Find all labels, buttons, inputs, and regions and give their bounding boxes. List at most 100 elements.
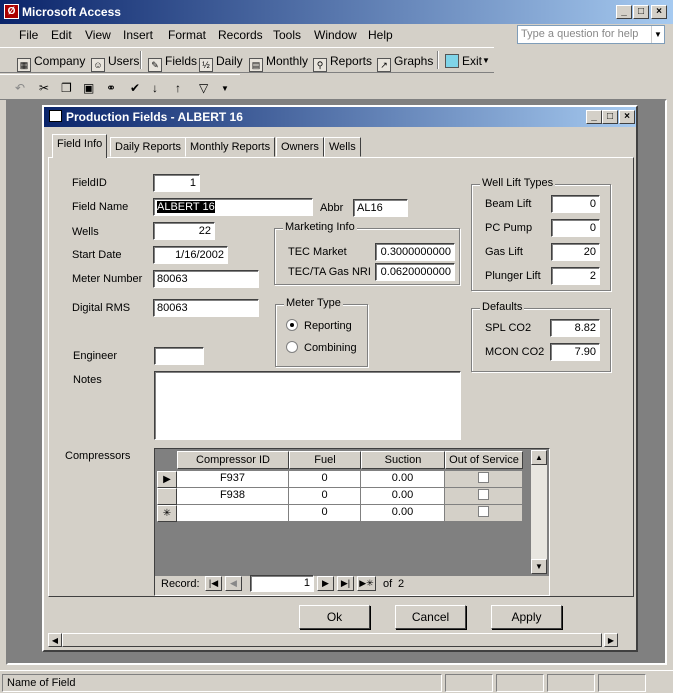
record-number-field[interactable]: 1 — [250, 575, 314, 592]
new-record-icon[interactable]: ✳ — [157, 505, 177, 522]
chevron-down-icon[interactable]: ▼ — [651, 26, 664, 43]
tab-owners[interactable]: Owners — [276, 137, 324, 157]
menu-window[interactable]: Window — [314, 28, 357, 42]
tab-field-info[interactable]: Field Info — [52, 134, 108, 158]
out-of-service-checkbox[interactable] — [478, 489, 489, 500]
tec-market-field[interactable]: 0.3000000000 — [375, 243, 455, 261]
field-id-field[interactable]: 1 — [153, 174, 200, 192]
app-title-bar: Ø Microsoft Access _ □ × — [0, 0, 673, 24]
menu-tools[interactable]: Tools — [273, 28, 301, 42]
scroll-down-icon[interactable]: ▼ — [531, 559, 547, 574]
form-close-icon[interactable]: × — [619, 110, 635, 124]
form-horizontal-scrollbar[interactable]: ◀ ▶ — [48, 633, 618, 647]
fuel-header[interactable]: Fuel — [289, 451, 361, 469]
next-record-icon[interactable]: ▶ — [317, 576, 334, 591]
spell-check-icon[interactable]: ✔ — [130, 81, 140, 95]
filter-icon[interactable]: ▽ — [199, 81, 208, 95]
menu-records[interactable]: Records — [218, 28, 263, 42]
maximize-icon[interactable]: □ — [633, 5, 649, 19]
filter-dropdown-icon[interactable]: ▼ — [221, 84, 229, 93]
close-icon[interactable]: × — [651, 5, 667, 19]
table-cell-suction[interactable]: 0.00 — [361, 505, 445, 522]
graphs-icon: ↗ — [377, 58, 391, 72]
minimize-icon[interactable]: _ — [616, 5, 632, 19]
reporting-radio[interactable] — [286, 319, 298, 331]
menu-file[interactable]: File — [19, 28, 38, 42]
scroll-left-icon[interactable]: ◀ — [48, 633, 62, 647]
mcon-co2-field[interactable]: 7.90 — [550, 343, 600, 361]
toolbar-fields-button[interactable]: ✎ Fields — [148, 54, 197, 72]
menu-format[interactable]: Format — [168, 28, 206, 42]
undo-icon[interactable]: ↶ — [15, 81, 25, 95]
table-cell-suction[interactable]: 0.00 — [361, 488, 445, 505]
tab-monthly-reports[interactable]: Monthly Reports — [185, 137, 276, 157]
out-of-service-header[interactable]: Out of Service — [445, 451, 523, 469]
paste-icon[interactable]: ▣ — [83, 81, 94, 95]
toolbar-reports-button[interactable]: ⚲ Reports — [313, 54, 372, 72]
menu-edit[interactable]: Edit — [51, 28, 72, 42]
table-cell-compressor-id[interactable] — [177, 505, 289, 522]
find-icon[interactable]: ⚭ — [106, 81, 116, 95]
compressor-id-header[interactable]: Compressor ID — [177, 451, 289, 469]
tab-wells[interactable]: Wells — [324, 137, 361, 157]
current-record-icon[interactable]: ▶ — [157, 471, 177, 488]
first-record-icon[interactable]: |◀ — [205, 576, 222, 591]
cancel-button[interactable]: Cancel — [395, 605, 466, 629]
table-cell-fuel[interactable]: 0 — [289, 505, 361, 522]
new-record-nav-icon[interactable]: ▶✳ — [357, 576, 376, 591]
combining-radio[interactable] — [286, 341, 298, 353]
record-selector[interactable] — [157, 488, 177, 505]
suction-header[interactable]: Suction — [361, 451, 445, 469]
grid-vertical-scrollbar[interactable]: ▲ ▼ — [531, 450, 547, 574]
table-cell-fuel[interactable]: 0 — [289, 488, 361, 505]
table-cell-compressor-id[interactable]: F937 — [177, 471, 289, 488]
record-total: 2 — [398, 578, 405, 590]
apply-button[interactable]: Apply — [491, 605, 562, 629]
form-minimize-icon[interactable]: _ — [586, 110, 602, 124]
start-date-field[interactable]: 1/16/2002 — [153, 246, 228, 264]
toolbar-monthly-button[interactable]: ▤ Monthly — [249, 54, 308, 72]
table-cell-suction[interactable]: 0.00 — [361, 471, 445, 488]
previous-record-icon[interactable]: ◀ — [225, 576, 242, 591]
tec-ta-gas-nri-field[interactable]: 0.0620000000 — [375, 263, 455, 281]
exit-icon — [445, 54, 459, 68]
toolbar-graphs-button[interactable]: ↗ Graphs — [377, 54, 433, 72]
table-cell-compressor-id[interactable]: F938 — [177, 488, 289, 505]
form-maximize-icon[interactable]: □ — [602, 110, 618, 124]
toolbar-company-button[interactable]: ▦ Company — [17, 54, 85, 72]
table-cell-fuel[interactable]: 0 — [289, 471, 361, 488]
engineer-field[interactable] — [154, 347, 204, 365]
menu-insert[interactable]: Insert — [123, 28, 153, 42]
meter-number-field[interactable]: 80063 — [153, 270, 259, 288]
pc-pump-field[interactable]: 0 — [551, 219, 600, 237]
menu-view[interactable]: View — [85, 28, 111, 42]
cut-icon[interactable]: ✂ — [39, 81, 49, 95]
spl-co2-field[interactable]: 8.82 — [550, 319, 600, 337]
toolbar-exit-button[interactable]: Exit — [445, 54, 482, 68]
abbr-field[interactable]: AL16 — [353, 199, 408, 217]
ok-button[interactable]: Ok — [299, 605, 370, 629]
last-record-icon[interactable]: ▶| — [337, 576, 354, 591]
gas-lift-field[interactable]: 20 — [551, 243, 600, 261]
toolbar-users-button[interactable]: ☺ Users — [91, 54, 139, 72]
sort-descending-icon[interactable]: ↑ — [175, 81, 181, 95]
notes-textarea[interactable] — [154, 371, 461, 440]
out-of-service-checkbox[interactable] — [478, 472, 489, 483]
help-search-input[interactable]: Type a question for help ▼ — [517, 25, 665, 44]
wells-field[interactable]: 22 — [153, 222, 215, 240]
beam-lift-field[interactable]: 0 — [551, 195, 600, 213]
out-of-service-checkbox[interactable] — [478, 506, 489, 517]
field-name-field[interactable]: ALBERT 16 — [153, 198, 313, 216]
scroll-thumb[interactable] — [62, 633, 602, 647]
copy-icon[interactable]: ❐ — [61, 81, 72, 95]
scroll-right-icon[interactable]: ▶ — [604, 633, 618, 647]
tab-daily-reports[interactable]: Daily Reports — [110, 137, 187, 157]
plunger-lift-field[interactable]: 2 — [551, 267, 600, 285]
toolbar-options-icon[interactable]: ▼ — [482, 56, 490, 65]
sort-ascending-icon[interactable]: ↓ — [152, 81, 158, 95]
scroll-up-icon[interactable]: ▲ — [531, 450, 547, 465]
toolbar-daily-button[interactable]: ½ Daily — [199, 54, 243, 72]
digital-rms-field[interactable]: 80063 — [153, 299, 259, 317]
well-lift-types-title: Well Lift Types — [480, 177, 556, 189]
menu-help[interactable]: Help — [368, 28, 393, 42]
